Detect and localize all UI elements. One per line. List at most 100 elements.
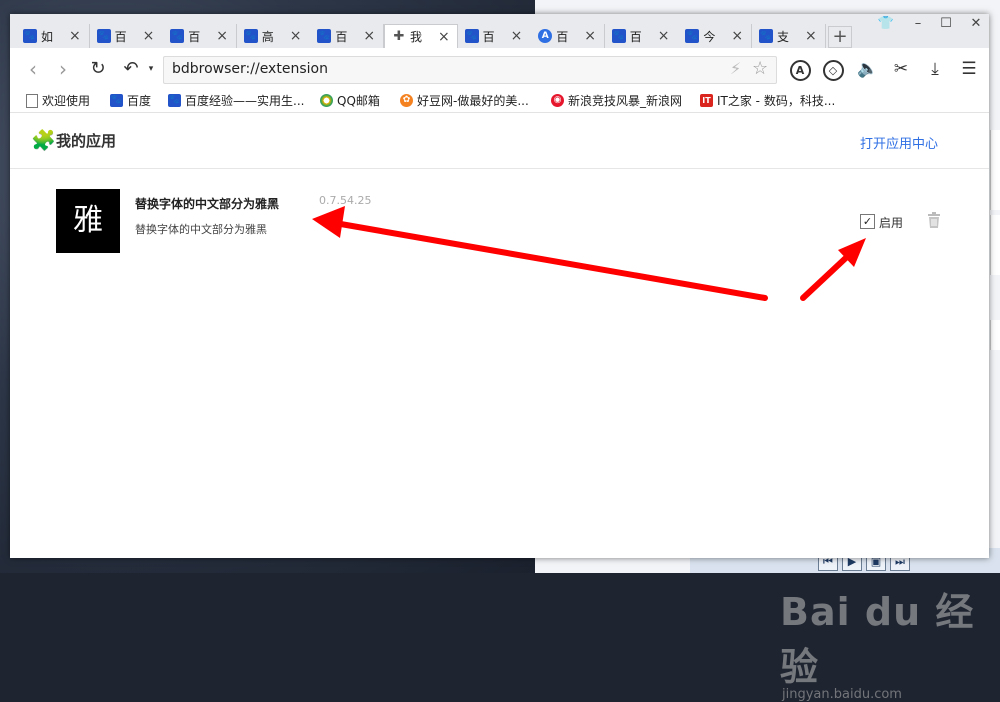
tab-close-icon[interactable]: ×	[438, 29, 450, 45]
bookmark-label: 百度	[127, 94, 152, 108]
baidu-paw-icon: 🐾	[685, 29, 700, 43]
browser-tab[interactable]: 🐾 百 ×	[89, 24, 164, 48]
extension-name: 替换字体的中文部分为雅黑	[135, 197, 280, 211]
baidu-paw-icon: 🐾	[168, 94, 181, 107]
open-app-center-link[interactable]: 打开应用中心	[860, 133, 938, 152]
download-icon[interactable]: ⤓	[923, 58, 947, 80]
bookmark-item[interactable]: IT IT之家 - 数码，科技...	[700, 92, 835, 109]
address-text[interactable]: bdbrowser://extension	[172, 61, 328, 77]
browser-tab[interactable]: 🐾 支 ×	[752, 24, 826, 48]
tab-title: 百	[482, 29, 495, 44]
bookmark-item[interactable]: 🐾 百度经验——实用生...	[168, 92, 304, 109]
bookmarks-bar: 欢迎使用 🐾 百度 🐾 百度经验——实用生... QQ邮箱 ✿ 好豆网-做最好的美... ◉ 新浪…	[10, 90, 989, 113]
trash-icon[interactable]	[927, 212, 941, 228]
tab-close-icon[interactable]: ×	[216, 28, 228, 44]
tab-title: 今	[703, 29, 716, 44]
baidu-jingyan-watermark: Bai du 经验 jingyan.baidu.com	[780, 581, 989, 702]
baidu-paw-icon: 🐾	[611, 29, 626, 43]
toolbar: ‹ › ↻ ↶ ▾ bdbrowser://extension ⚡ ☆ A ◇ …	[10, 48, 989, 91]
puzzle-icon: 🧩	[31, 128, 56, 152]
tab-bar: 🐾 如 × 🐾 百 × 🐾 百 × 🐾 高 × 🐾 百 × ✚ 我 × 🐾 百 × A 百 × 🐾 百 × 🐾 今 × 🐾 支 × + 👕 – ☐ ✕	[10, 14, 989, 48]
undo-close-icon[interactable]: ↶	[120, 58, 142, 80]
menu-icon[interactable]: ☰	[957, 58, 981, 80]
background-window-panel	[990, 215, 1000, 275]
adblock-icon[interactable]: A	[788, 58, 812, 81]
minimize-button[interactable]: –	[904, 14, 932, 34]
tab-close-icon[interactable]: ×	[511, 28, 523, 44]
extension-icon: 雅	[56, 189, 120, 253]
tab-title: 百	[114, 29, 127, 44]
browser-tab[interactable]: 🐾 百 ×	[604, 24, 679, 48]
bookmark-star-icon[interactable]: ☆	[752, 58, 768, 79]
tab-title: 高	[261, 29, 274, 44]
enable-label[interactable]: 启用	[879, 214, 903, 231]
background-window-panel	[990, 130, 1000, 210]
extension-description: 替换字体的中文部分为雅黑	[135, 223, 267, 236]
new-tab-button[interactable]: +	[828, 26, 852, 48]
tab-close-icon[interactable]: ×	[69, 28, 81, 44]
browser-tab[interactable]: 🐾 百 ×	[163, 24, 238, 48]
bookmark-label: 新浪竞技风暴_新浪网	[568, 94, 683, 108]
browser-tab[interactable]: ✚ 我 ×	[384, 24, 458, 48]
tab-close-icon[interactable]: ×	[143, 28, 155, 44]
sina-icon: ◉	[551, 94, 564, 107]
skin-icon[interactable]: 👕	[872, 14, 900, 34]
reload-icon[interactable]: ↻	[87, 58, 109, 80]
baidu-paw-icon: 🐾	[464, 29, 479, 43]
lightning-icon[interactable]: ⚡	[730, 59, 741, 78]
tab-close-icon[interactable]: ×	[584, 28, 596, 44]
baidu-paw-icon: 🐾	[23, 29, 37, 43]
page-title: 我的应用	[56, 132, 117, 150]
tab-title: 如	[41, 29, 54, 44]
forward-icon[interactable]: ›	[52, 58, 74, 80]
bookmark-label: 百度经验——实用生...	[185, 94, 305, 108]
tab-close-icon[interactable]: ×	[731, 28, 743, 44]
bookmark-item[interactable]: QQ邮箱	[320, 92, 380, 109]
extension-version: 0.7.54.25	[319, 194, 372, 207]
browser-tab[interactable]: 🐾 百 ×	[457, 24, 532, 48]
tab-close-icon[interactable]: ×	[363, 28, 375, 44]
browser-tab[interactable]: 🐾 如 ×	[16, 24, 90, 48]
ithome-icon: IT	[700, 94, 713, 107]
tab-title: 百	[556, 29, 569, 44]
page-icon	[26, 93, 38, 108]
browser-tab[interactable]: 🐾 今 ×	[678, 24, 753, 48]
bookmark-item[interactable]: 欢迎使用	[26, 92, 90, 109]
bookmark-item[interactable]: ✿ 好豆网-做最好的美...	[400, 92, 529, 109]
browser-tab[interactable]: 🐾 高 ×	[236, 24, 311, 48]
browser-window: 🐾 如 × 🐾 百 × 🐾 百 × 🐾 高 × 🐾 百 × ✚ 我 × 🐾 百 × A 百 × 🐾 百 × 🐾 今 × 🐾 支 × + 👕 – ☐ ✕ ‹…	[10, 14, 989, 702]
address-bar[interactable]: bdbrowser://extension ⚡ ☆	[163, 56, 777, 84]
watermark-url: jingyan.baidu.com	[782, 687, 902, 702]
baidu-paw-icon: 🐾	[110, 94, 123, 107]
tab-title: 百	[629, 29, 642, 44]
tab-close-icon[interactable]: ×	[290, 28, 302, 44]
puzzle-icon: ✚	[393, 28, 405, 44]
bookmark-label: IT之家 - 数码，科技...	[717, 94, 836, 108]
compass-icon[interactable]: ◇	[821, 58, 845, 81]
background-window-panel	[990, 320, 1000, 350]
tab-title: 支	[777, 29, 790, 44]
maximize-button[interactable]: ☐	[932, 14, 960, 34]
bookmark-item[interactable]: 🐾 百度	[110, 92, 151, 109]
watermark-brand: Bai du 经验	[780, 590, 975, 689]
browser-tab[interactable]: A 百 ×	[531, 24, 606, 48]
a-circle-icon: A	[538, 29, 553, 43]
bookmark-label: QQ邮箱	[337, 94, 380, 108]
baidu-paw-icon: 🐾	[759, 29, 773, 43]
back-icon[interactable]: ‹	[22, 58, 44, 80]
speaker-icon[interactable]: 🔈	[856, 58, 880, 80]
enable-checkbox[interactable]: ✓	[860, 214, 875, 229]
extension-page: 🧩 我的应用 打开应用中心 雅 替换字体的中文部分为雅黑 0.7.54.25 替…	[10, 113, 989, 702]
tab-title: 百	[335, 29, 348, 44]
baidu-paw-icon: 🐾	[96, 29, 111, 43]
tab-close-icon[interactable]: ×	[658, 28, 670, 44]
qq-icon	[320, 94, 333, 107]
undo-dropdown-icon[interactable]: ▾	[140, 58, 162, 80]
screenshot-scissors-icon[interactable]: ✂	[889, 58, 913, 80]
close-button[interactable]: ✕	[962, 14, 990, 34]
bookmark-item[interactable]: ◉ 新浪竞技风暴_新浪网	[551, 92, 682, 109]
tab-title: 百	[188, 29, 201, 44]
tab-close-icon[interactable]: ×	[805, 28, 817, 44]
baidu-paw-icon: 🐾	[243, 29, 258, 43]
browser-tab[interactable]: 🐾 百 ×	[310, 24, 385, 48]
